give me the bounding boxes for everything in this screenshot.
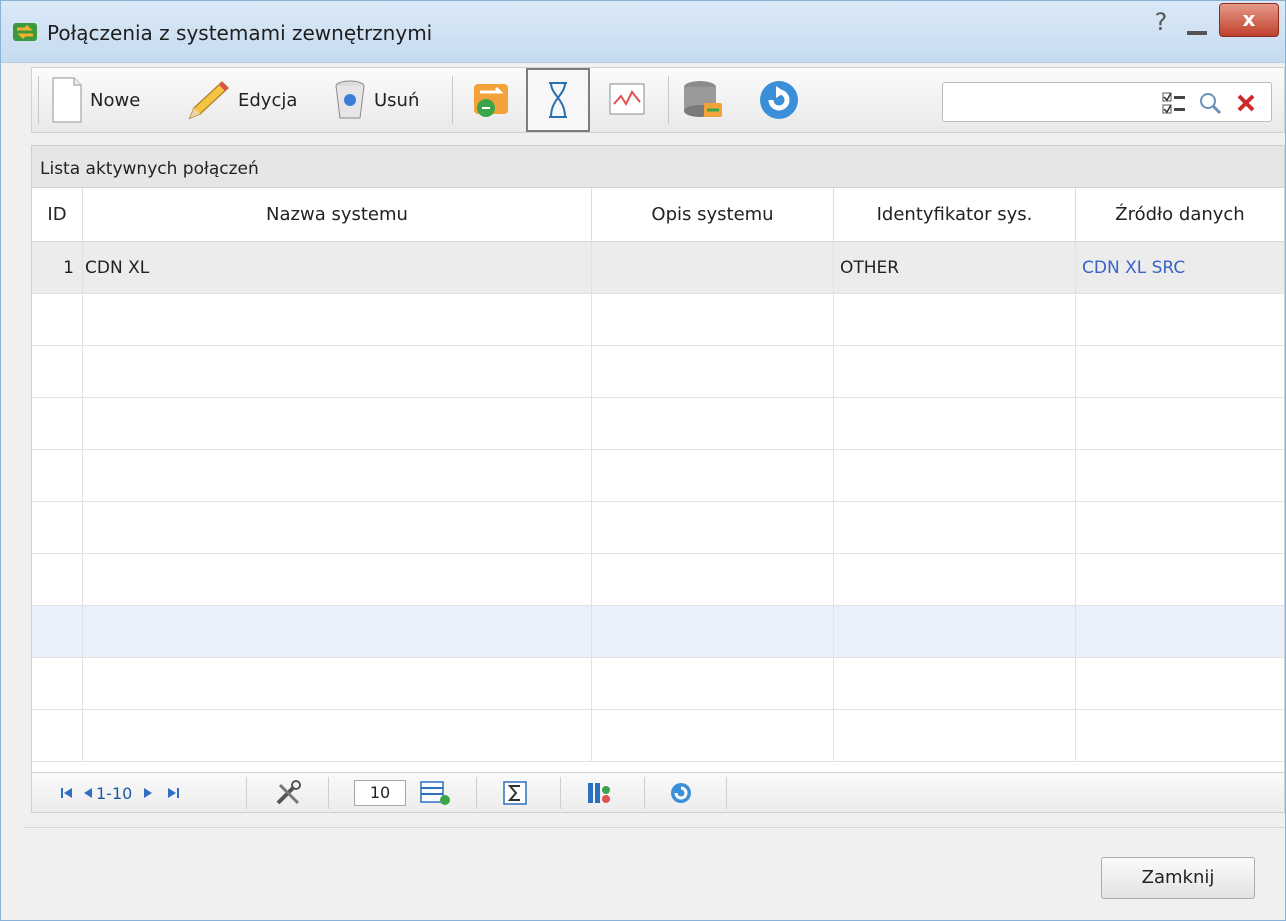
cell-identifier: OTHER [834, 242, 1076, 294]
connections-app-icon [13, 23, 37, 41]
table-row[interactable]: 1 CDN XL OTHER CDN XL SRC [32, 242, 1284, 294]
database-button[interactable] [680, 68, 726, 132]
column-header-source[interactable]: Źródło danych [1076, 188, 1284, 242]
last-page-icon[interactable] [166, 786, 180, 800]
empty-row [32, 710, 1284, 762]
pencil-icon [188, 80, 230, 120]
help-button[interactable]: ? [1149, 7, 1173, 37]
tools-icon[interactable] [274, 779, 302, 807]
empty-row [32, 346, 1284, 398]
sum-icon[interactable] [502, 780, 528, 806]
empty-row [32, 294, 1284, 346]
window-title: Połączenia z systemami zewnętrznymi [47, 21, 433, 45]
title-bar: Połączenia z systemami zewnętrznymi ? x [1, 1, 1285, 63]
toolbar-separator [38, 76, 39, 124]
minimize-button[interactable] [1181, 11, 1213, 37]
delete-button-label: Usuń [374, 89, 420, 111]
cell-id: 1 [32, 242, 83, 294]
filter-checklist-icon[interactable] [1161, 90, 1187, 116]
next-page-icon[interactable] [142, 786, 154, 800]
table-body: 1 CDN XL OTHER CDN XL SRC [32, 242, 1284, 776]
line-chart-icon [609, 83, 645, 115]
cell-description [592, 242, 834, 294]
empty-row-hover [32, 606, 1284, 658]
refresh-grid-icon[interactable] [668, 780, 694, 806]
dialog-window: Połączenia z systemami zewnętrznymi ? x … [0, 0, 1286, 921]
refresh-icon [760, 81, 798, 119]
page-range: 1-10 [96, 783, 133, 803]
first-page-icon[interactable] [60, 786, 74, 800]
previous-page-icon[interactable] [82, 786, 94, 800]
pager-separator [560, 777, 561, 809]
sync-connection-icon [474, 84, 508, 117]
empty-row [32, 450, 1284, 502]
column-header-name[interactable]: Nazwa systemu [83, 188, 592, 242]
panel-title: Lista aktywnych połączeń [40, 159, 259, 179]
delete-button[interactable]: Usuń [332, 68, 419, 132]
pager: 1-10 10 [32, 772, 1284, 812]
new-document-icon [52, 77, 82, 123]
pager-separator [328, 777, 329, 809]
rows-per-page-icon[interactable] [420, 780, 450, 806]
toolbar-separator [668, 76, 669, 124]
empty-row [32, 554, 1284, 606]
column-header-description[interactable]: Opis systemu [592, 188, 834, 242]
search-input[interactable] [947, 87, 1147, 117]
new-button[interactable]: Nowe [50, 68, 140, 132]
recycle-bin-icon [335, 80, 365, 119]
clear-search-icon[interactable] [1235, 92, 1257, 114]
pager-separator [476, 777, 477, 809]
cell-source-link[interactable]: CDN XL SRC [1076, 242, 1284, 294]
toolbar: Nowe Edycja Usuń [31, 67, 1285, 133]
new-button-label: Nowe [90, 89, 141, 111]
edit-button[interactable]: Edycja [184, 68, 297, 132]
database-icon [684, 81, 722, 117]
empty-row [32, 658, 1284, 710]
chart-button[interactable] [608, 68, 648, 132]
close-window-button[interactable]: x [1219, 3, 1279, 37]
table-header: ID Nazwa systemu Opis systemu Identyfika… [32, 188, 1284, 242]
edit-button-label: Edycja [238, 89, 298, 111]
footer-separator [23, 827, 1285, 828]
close-button[interactable]: Zamknij [1101, 857, 1255, 899]
search-icon[interactable] [1197, 90, 1223, 116]
sync-connections-button[interactable] [470, 68, 514, 132]
history-button[interactable] [526, 68, 590, 132]
empty-row [32, 502, 1284, 554]
page-size-input[interactable]: 10 [354, 780, 406, 806]
column-header-id[interactable]: ID [32, 188, 83, 242]
refresh-button[interactable] [756, 68, 802, 132]
cell-name: CDN XL [83, 242, 592, 294]
pager-separator [246, 777, 247, 809]
search-box [942, 82, 1272, 122]
panel-header: Lista aktywnych połączeń [32, 146, 1284, 188]
pager-separator [644, 777, 645, 809]
toolbar-separator [452, 76, 453, 124]
hourglass-icon [549, 82, 567, 118]
pager-separator [726, 777, 727, 809]
column-header-identifier[interactable]: Identyfikator sys. [834, 188, 1076, 242]
empty-row [32, 398, 1284, 450]
connections-panel: Lista aktywnych połączeń ID Nazwa system… [31, 145, 1285, 813]
columns-icon[interactable] [586, 780, 612, 806]
